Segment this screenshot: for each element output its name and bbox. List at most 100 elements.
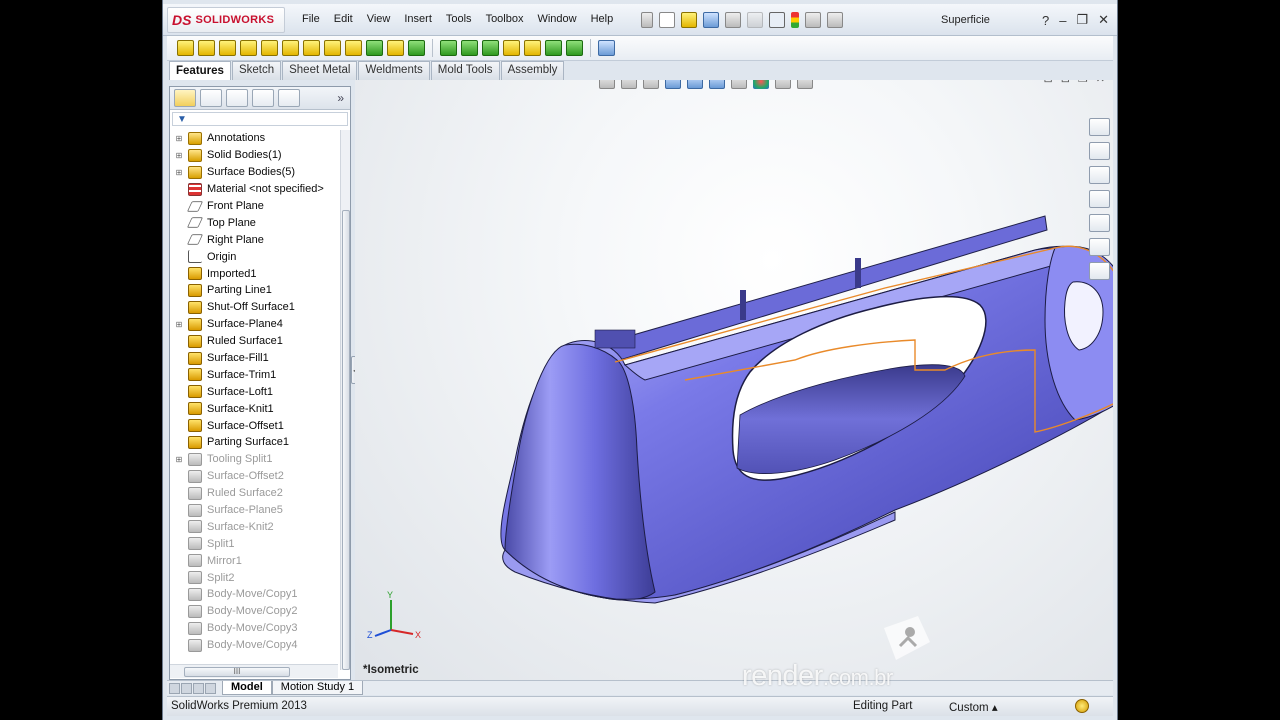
tree-item[interactable]: Split2	[170, 569, 340, 586]
tree-item[interactable]: Body-Move/Copy3	[170, 620, 340, 637]
tree-item[interactable]: ⊞ Tooling Split1	[170, 451, 340, 468]
undo-icon[interactable]	[747, 12, 763, 28]
home-icon[interactable]	[1089, 142, 1110, 160]
lofted-boss-icon[interactable]	[240, 40, 257, 56]
rebuild-traffic-light-icon[interactable]	[791, 12, 799, 28]
tree-item[interactable]: Parting Line1	[170, 282, 340, 299]
fillet-icon[interactable]	[387, 40, 404, 56]
scrollbar-thumb[interactable]	[342, 210, 350, 670]
extruded-boss-icon[interactable]	[177, 40, 194, 56]
tree-item[interactable]: Ruled Surface2	[170, 485, 340, 502]
tree-item[interactable]: ⊞ Annotations	[170, 130, 340, 147]
hole-wizard-icon[interactable]	[303, 40, 320, 56]
linear-pattern-icon[interactable]	[408, 40, 425, 56]
options-icon[interactable]	[827, 12, 843, 28]
tree-item[interactable]: Surface-Offset1	[170, 417, 340, 434]
tab-motion-study[interactable]: Motion Study 1	[271, 681, 364, 695]
custom-properties-icon[interactable]	[1089, 262, 1110, 280]
tree-item[interactable]: Surface-Fill1	[170, 350, 340, 367]
open-folder-icon[interactable]	[681, 12, 697, 28]
new-document-icon[interactable]	[659, 12, 675, 28]
tree-item[interactable]: Top Plane	[170, 214, 340, 231]
tree-item[interactable]: ⊞ Surface-Plane4	[170, 316, 340, 333]
tree-item[interactable]: ⊞ Surface Bodies(5)	[170, 164, 340, 181]
draft-icon[interactable]	[461, 40, 478, 56]
file-properties-icon[interactable]	[805, 12, 821, 28]
expand-plus-icon[interactable]: ⊞	[174, 151, 184, 160]
solidworks-logo[interactable]: DS SOLIDWORKS	[167, 7, 285, 33]
previous-tab-icon[interactable]	[181, 682, 192, 694]
help-icon[interactable]: ?	[1042, 13, 1049, 28]
restore-icon[interactable]: ❐	[1076, 12, 1088, 28]
scrollbar-thumb[interactable]: III	[184, 667, 290, 677]
lofted-cut-icon[interactable]	[366, 40, 383, 56]
expand-plus-icon[interactable]: ⊞	[174, 320, 184, 329]
close-icon[interactable]: ✕	[1098, 12, 1109, 28]
tree-item[interactable]: Surface-Trim1	[170, 366, 340, 383]
rib-icon[interactable]	[440, 40, 457, 56]
expand-chevron-icon[interactable]: »	[337, 91, 344, 105]
menu-help[interactable]: Help	[584, 13, 621, 25]
tree-item[interactable]: Right Plane	[170, 231, 340, 248]
tree-vertical-scrollbar[interactable]	[340, 130, 350, 670]
curves-icon[interactable]	[566, 40, 583, 56]
swept-boss-icon[interactable]	[219, 40, 236, 56]
tab-sheet-metal[interactable]: Sheet Metal	[282, 61, 358, 80]
minimize-icon[interactable]: –	[1059, 13, 1066, 28]
tree-item[interactable]: Surface-Loft1	[170, 383, 340, 400]
menu-view[interactable]: View	[360, 13, 398, 25]
appearances-icon[interactable]	[1089, 238, 1110, 256]
boundary-boss-icon[interactable]	[261, 40, 278, 56]
view-palette-icon[interactable]	[1089, 214, 1110, 232]
tree-item[interactable]: Imported1	[170, 265, 340, 282]
status-units[interactable]: Custom ▴	[949, 700, 998, 714]
feature-tree-tab-icon[interactable]	[174, 89, 196, 107]
tab-assembly[interactable]: Assembly	[500, 61, 565, 80]
tree-item[interactable]: Body-Move/Copy2	[170, 603, 340, 620]
property-manager-tab-icon[interactable]	[200, 89, 222, 107]
dimxpert-tab-icon[interactable]	[252, 89, 274, 107]
menu-insert[interactable]: Insert	[397, 13, 439, 25]
print-icon[interactable]	[725, 12, 741, 28]
shell-icon[interactable]	[482, 40, 499, 56]
last-tab-icon[interactable]	[205, 682, 216, 694]
extruded-cut-icon[interactable]	[282, 40, 299, 56]
tree-horizontal-scrollbar[interactable]: III	[170, 664, 338, 678]
rebuild-status-icon[interactable]	[1075, 699, 1089, 713]
revolved-boss-icon[interactable]	[198, 40, 215, 56]
menu-file[interactable]: File	[295, 13, 327, 25]
save-icon[interactable]	[703, 12, 719, 28]
tree-filter-input[interactable]: ▼	[172, 112, 348, 126]
menu-edit[interactable]: Edit	[327, 13, 360, 25]
tree-item[interactable]: Split1	[170, 535, 340, 552]
file-explorer-icon[interactable]	[1089, 190, 1110, 208]
tab-features[interactable]: Features	[169, 61, 231, 80]
intersect-icon[interactable]	[524, 40, 541, 56]
tree-item[interactable]: Body-Move/Copy1	[170, 586, 340, 603]
graphics-viewport[interactable]: ⊟ ⊡ ❐ ✕	[355, 80, 1113, 680]
expand-plus-icon[interactable]: ⊞	[174, 168, 184, 177]
swept-cut-icon[interactable]	[345, 40, 362, 56]
tree-item[interactable]: Body-Move/Copy4	[170, 637, 340, 654]
tree-item[interactable]: Ruled Surface1	[170, 333, 340, 350]
wrap-icon[interactable]	[503, 40, 520, 56]
configuration-manager-tab-icon[interactable]	[226, 89, 248, 107]
tab-weldments[interactable]: Weldments	[358, 61, 430, 80]
tab-sketch[interactable]: Sketch	[231, 61, 282, 80]
tree-item[interactable]: Parting Surface1	[170, 434, 340, 451]
menu-window[interactable]: Window	[530, 13, 583, 25]
tree-item[interactable]: Surface-Knit1	[170, 400, 340, 417]
tree-item[interactable]: Shut-Off Surface1	[170, 299, 340, 316]
menu-toolbox[interactable]: Toolbox	[479, 13, 531, 25]
tree-item[interactable]: ⊞ Solid Bodies(1)	[170, 147, 340, 164]
solidworks-resources-icon[interactable]	[1089, 118, 1110, 136]
design-library-icon[interactable]	[1089, 166, 1110, 184]
tree-item[interactable]: Surface-Knit2	[170, 518, 340, 535]
expand-plus-icon[interactable]: ⊞	[174, 455, 184, 464]
tree-item[interactable]: Origin	[170, 248, 340, 265]
select-cursor-icon[interactable]	[769, 12, 785, 28]
first-tab-icon[interactable]	[169, 682, 180, 694]
tree-item[interactable]: Mirror1	[170, 552, 340, 569]
tree-item[interactable]: Surface-Offset2	[170, 468, 340, 485]
expand-plus-icon[interactable]: ⊞	[174, 134, 184, 143]
